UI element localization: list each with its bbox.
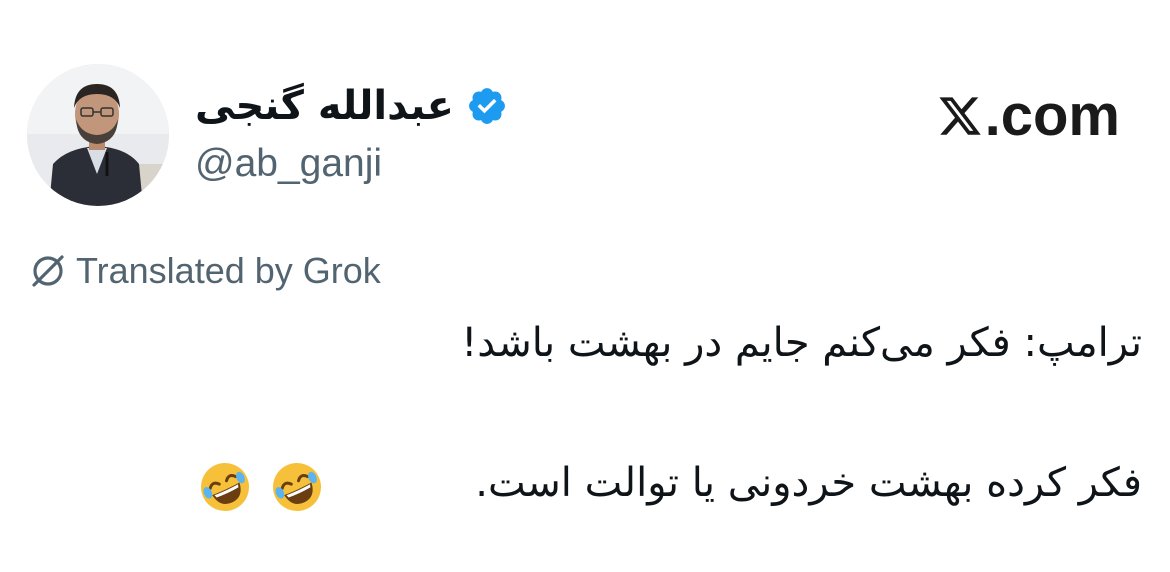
grok-icon (32, 255, 64, 287)
rolling-on-floor-laughing-emoji (273, 463, 321, 511)
author-display-name[interactable]: عبدالله گنجی (195, 83, 454, 129)
tweet-text-line-2: فکر کرده بهشت خردونی یا توالت است. (475, 460, 1142, 506)
translated-by-grok[interactable]: Translated by Grok (28, 250, 381, 292)
author-handle[interactable]: @ab_ganji (195, 142, 382, 186)
emoji-group (198, 460, 324, 514)
author-name-row[interactable]: عبدالله گنجی (195, 76, 508, 136)
x-logo-icon (939, 96, 981, 135)
avatar-photo (27, 64, 169, 206)
avatar[interactable] (27, 64, 169, 206)
verified-badge-icon (468, 88, 505, 124)
tweet-text-line-1: ترامپ: فکر می‌کنم جایم در بهشت باشد! (461, 320, 1142, 366)
site-domain: .com (984, 83, 1120, 148)
rolling-on-floor-laughing-emoji (201, 463, 249, 511)
translated-label: Translated by Grok (76, 250, 381, 291)
site-label: .com (937, 82, 1120, 149)
